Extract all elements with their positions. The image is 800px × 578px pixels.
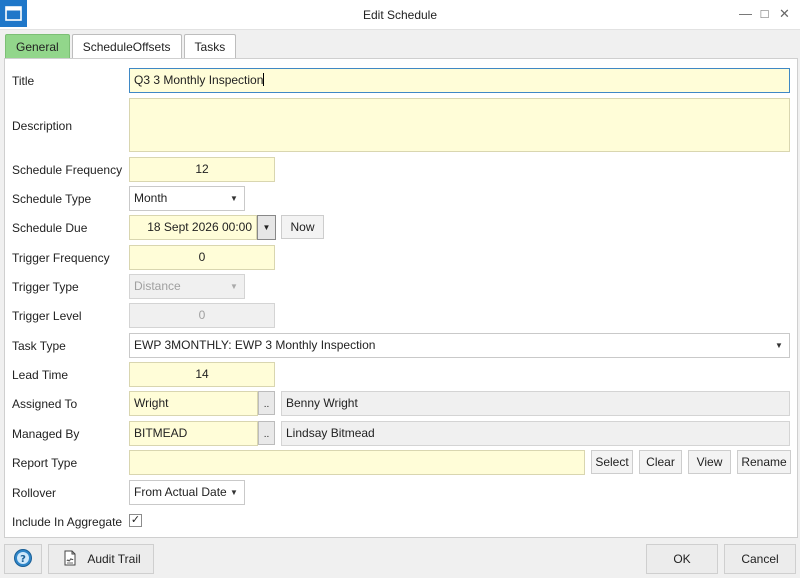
document-signature-icon: [61, 549, 79, 570]
report-rename-button[interactable]: Rename: [737, 450, 791, 474]
assigned-to-code-input[interactable]: Wright: [129, 391, 258, 416]
description-input[interactable]: [129, 98, 790, 152]
assigned-to-browse-button[interactable]: ..: [258, 391, 275, 415]
lead-time-label: Lead Time: [12, 368, 69, 382]
schedule-due-label: Schedule Due: [12, 221, 88, 235]
audit-trail-label: Audit Trail: [87, 552, 141, 566]
tab-tasks[interactable]: Tasks: [183, 34, 237, 58]
svg-text:?: ?: [20, 554, 26, 565]
minimize-button[interactable]: —: [739, 6, 752, 22]
rollover-label: Rollover: [12, 486, 57, 500]
maximize-button[interactable]: □: [759, 6, 770, 22]
chevron-down-icon[interactable]: ▼: [224, 187, 244, 210]
report-view-button[interactable]: View: [688, 450, 731, 474]
managed-by-browse-button[interactable]: ..: [258, 421, 275, 445]
chevron-down-icon: ▼: [230, 281, 238, 291]
trigger-type-select: Distance ▼: [129, 274, 245, 299]
title-input[interactable]: Q3 3 Monthly Inspection: [129, 68, 790, 93]
trigger-type-label: Trigger Type: [12, 280, 79, 294]
include-in-aggregate-label: Include In Aggregate: [12, 515, 123, 529]
report-select-button[interactable]: Select: [591, 450, 633, 474]
report-clear-button[interactable]: Clear: [639, 450, 682, 474]
description-label: Description: [12, 119, 73, 133]
schedule-type-value: Month: [134, 191, 168, 205]
title-bar: Edit Schedule — □ ✕: [0, 0, 800, 30]
task-type-select[interactable]: EWP 3MONTHLY: EWP 3 Monthly Inspection ▼: [129, 333, 790, 358]
now-button[interactable]: Now: [281, 215, 324, 239]
audit-trail-button[interactable]: Audit Trail: [48, 544, 154, 574]
date-picker-button[interactable]: ▼: [257, 215, 276, 240]
trigger-type-value: Distance: [134, 279, 181, 293]
managed-by-name: Lindsay Bitmead: [281, 421, 790, 446]
tab-schedule-offsets[interactable]: ScheduleOffsets: [71, 34, 182, 58]
rollover-value: From Actual Date: [134, 485, 227, 499]
chevron-down-icon: ▼: [262, 223, 271, 232]
lead-time-input[interactable]: 14: [129, 362, 275, 387]
report-type-input[interactable]: [129, 450, 585, 475]
title-value: Q3 3 Monthly Inspection: [134, 73, 264, 87]
tab-general[interactable]: General: [5, 34, 70, 58]
trigger-frequency-label: Trigger Frequency: [12, 251, 110, 265]
report-type-label: Report Type: [12, 456, 78, 470]
task-type-label: Task Type: [12, 339, 66, 353]
help-icon: ?: [13, 548, 33, 571]
schedule-type-select[interactable]: Month ▼: [129, 186, 245, 211]
schedule-type-label: Schedule Type: [12, 192, 92, 206]
trigger-frequency-input[interactable]: 0: [129, 245, 275, 270]
managed-by-code-input[interactable]: BITMEAD: [129, 421, 258, 446]
task-type-value: EWP 3MONTHLY: EWP 3 Monthly Inspection: [134, 338, 376, 352]
assigned-to-name: Benny Wright: [281, 391, 790, 416]
managed-by-label: Managed By: [12, 427, 80, 441]
trigger-level-label: Trigger Level: [12, 309, 82, 323]
close-button[interactable]: ✕: [779, 6, 790, 22]
rollover-select[interactable]: From Actual Date ▼: [129, 480, 245, 505]
schedule-frequency-label: Schedule Frequency: [12, 163, 123, 177]
assigned-to-label: Assigned To: [12, 397, 78, 411]
chevron-down-icon[interactable]: ▼: [769, 334, 789, 357]
include-in-aggregate-checkbox[interactable]: ✓: [129, 514, 142, 527]
trigger-level-input: 0: [129, 303, 275, 328]
schedule-due-input[interactable]: 18 Sept 2026 00:00: [129, 215, 257, 240]
tab-strip: General ScheduleOffsets Tasks: [5, 34, 237, 58]
ok-button[interactable]: OK: [646, 544, 718, 574]
cancel-button[interactable]: Cancel: [724, 544, 796, 574]
help-button[interactable]: ?: [4, 544, 42, 574]
schedule-frequency-input[interactable]: 12: [129, 157, 275, 182]
chevron-down-icon[interactable]: ▼: [224, 481, 244, 504]
title-label: Title: [12, 74, 35, 88]
general-panel: Title Q3 3 Monthly Inspection Descriptio…: [4, 58, 798, 538]
window-title: Edit Schedule: [362, 8, 438, 22]
